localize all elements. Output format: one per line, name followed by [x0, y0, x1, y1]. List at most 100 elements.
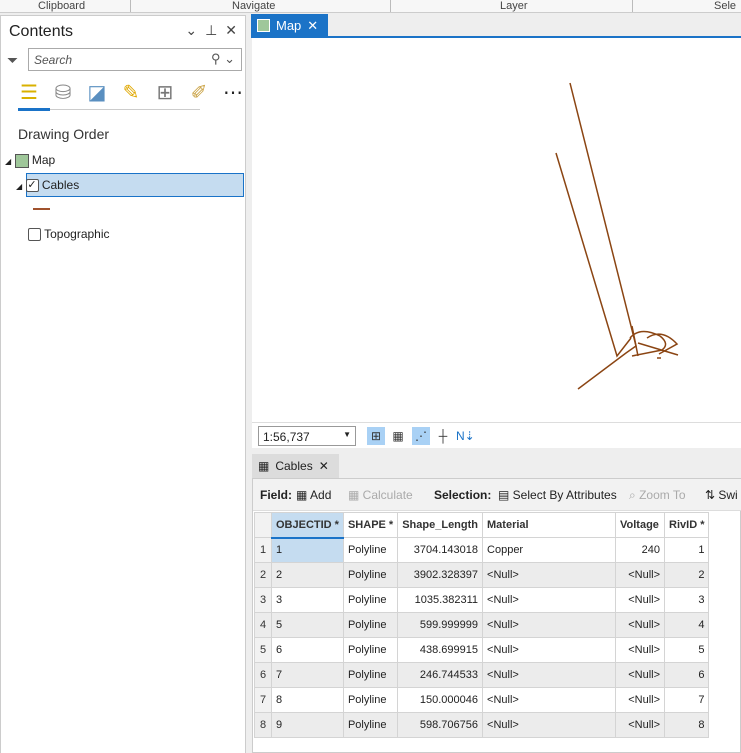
switch-selection-button[interactable]: ⇅ Swi: [705, 488, 738, 502]
table-cell[interactable]: Polyline: [342, 662, 399, 688]
column-header[interactable]: Shape_Length: [397, 512, 484, 538]
drawing-order-icon[interactable]: ☰: [18, 80, 40, 105]
tree-item-map[interactable]: ◢ Map: [5, 153, 55, 168]
table-cell[interactable]: Copper: [482, 537, 617, 563]
table-cell[interactable]: 598.706756: [397, 712, 484, 738]
row-number[interactable]: 6: [254, 662, 272, 688]
expand-icon[interactable]: ◢: [5, 157, 11, 166]
table-cell[interactable]: Polyline: [342, 587, 399, 613]
scale-dropdown[interactable]: 1:56,737 ▼: [258, 426, 356, 446]
table-cell[interactable]: <Null>: [615, 687, 666, 713]
table-cell[interactable]: 6: [664, 662, 710, 688]
map-view[interactable]: [252, 38, 741, 422]
more-icon[interactable]: ⋯: [222, 80, 244, 105]
grid-plus-icon[interactable]: ⊞: [367, 427, 385, 445]
column-header[interactable]: OBJECTID *: [271, 512, 344, 539]
table-cell[interactable]: <Null>: [482, 637, 617, 663]
table-cell[interactable]: Polyline: [342, 712, 399, 738]
table-cell[interactable]: 4: [664, 612, 710, 638]
table-cell[interactable]: 438.699915: [397, 637, 484, 663]
table-cell[interactable]: 3: [664, 587, 710, 613]
row-number[interactable]: 4: [254, 612, 272, 638]
column-header[interactable]: RivID *: [664, 512, 710, 538]
add-field-button[interactable]: ▦ Add: [296, 488, 331, 502]
selection-icon[interactable]: ◪: [86, 80, 108, 105]
snapping-icon[interactable]: ⋰: [412, 427, 430, 445]
row-number[interactable]: 8: [254, 712, 272, 738]
close-icon[interactable]: ✕: [225, 22, 237, 39]
tab-map[interactable]: Map ✕: [251, 14, 328, 37]
table-cell[interactable]: 2: [271, 562, 344, 588]
table-cell[interactable]: 2: [664, 562, 710, 588]
table-cell[interactable]: Polyline: [342, 537, 399, 563]
editing-icon[interactable]: ✎: [120, 80, 142, 105]
table-row[interactable]: 1 1 Polyline 3704.143018 Copper 240 1: [254, 537, 710, 563]
table-cell[interactable]: 1: [664, 537, 710, 563]
grid-icon[interactable]: ▦: [389, 427, 407, 445]
search-input[interactable]: Search ⚲ ⌄: [28, 48, 242, 71]
select-by-attributes-button[interactable]: ▤ Select By Attributes: [498, 488, 617, 502]
row-number[interactable]: 5: [254, 637, 272, 663]
table-cell[interactable]: 7: [271, 662, 344, 688]
table-cell[interactable]: 8: [271, 687, 344, 713]
table-cell[interactable]: 6: [271, 637, 344, 663]
table-cell[interactable]: <Null>: [615, 662, 666, 688]
chevron-down-icon[interactable]: ⌄: [185, 22, 197, 39]
table-row[interactable]: 8 9 Polyline 598.706756 <Null> <Null> 8: [254, 712, 710, 738]
table-cell[interactable]: <Null>: [615, 637, 666, 663]
table-cell[interactable]: 9: [271, 712, 344, 738]
table-cell[interactable]: Polyline: [342, 687, 399, 713]
table-cell[interactable]: 150.000046: [397, 687, 484, 713]
table-cell[interactable]: 8: [664, 712, 710, 738]
cables-checkbox[interactable]: ✓: [25, 179, 39, 193]
pin-icon[interactable]: ⊥: [205, 22, 217, 39]
table-cell[interactable]: <Null>: [615, 712, 666, 738]
table-cell[interactable]: 599.999999: [397, 612, 484, 638]
topographic-checkbox[interactable]: [28, 228, 41, 242]
column-header[interactable]: SHAPE *: [342, 512, 399, 538]
close-icon[interactable]: ✕: [319, 459, 329, 473]
table-cell[interactable]: <Null>: [615, 562, 666, 588]
table-cell[interactable]: <Null>: [482, 562, 617, 588]
column-header[interactable]: Voltage: [615, 512, 666, 538]
row-number[interactable]: 2: [254, 562, 272, 588]
tree-item-topographic[interactable]: Topographic: [28, 227, 110, 242]
table-cell[interactable]: 1035.382311: [397, 587, 484, 613]
table-cell[interactable]: 7: [664, 687, 710, 713]
table-cell[interactable]: <Null>: [482, 712, 617, 738]
table-cell[interactable]: <Null>: [482, 587, 617, 613]
row-number[interactable]: 3: [254, 587, 272, 613]
tab-cables[interactable]: ▦ Cables ✕: [252, 454, 339, 478]
labeling-icon[interactable]: ✐: [188, 80, 210, 105]
table-cell[interactable]: 5: [664, 637, 710, 663]
table-cell[interactable]: 240: [615, 537, 666, 563]
table-cell[interactable]: <Null>: [615, 587, 666, 613]
row-number[interactable]: 1: [254, 537, 272, 563]
filter-icon[interactable]: ⏷: [7, 52, 18, 69]
table-cell[interactable]: Polyline: [342, 562, 399, 588]
table-cell[interactable]: <Null>: [615, 612, 666, 638]
table-cell[interactable]: Polyline: [342, 637, 399, 663]
search-icon[interactable]: ⚲: [211, 51, 221, 66]
calculate-button[interactable]: ▦ Calculate: [348, 488, 413, 502]
table-row[interactable]: 5 6 Polyline 438.699915 <Null> <Null> 5: [254, 637, 710, 663]
table-row[interactable]: 2 2 Polyline 3902.328397 <Null> <Null> 2: [254, 562, 710, 588]
table-cell[interactable]: 3902.328397: [397, 562, 484, 588]
table-row[interactable]: 6 7 Polyline 246.744533 <Null> <Null> 6: [254, 662, 710, 688]
table-cell[interactable]: <Null>: [482, 612, 617, 638]
table-cell[interactable]: 5: [271, 612, 344, 638]
north-arrow-icon[interactable]: N⇣: [456, 427, 475, 445]
table-row[interactable]: 7 8 Polyline 150.000046 <Null> <Null> 7: [254, 687, 710, 713]
table-row[interactable]: 4 5 Polyline 599.999999 <Null> <Null> 4: [254, 612, 710, 638]
table-cell[interactable]: 3: [271, 587, 344, 613]
table-cell[interactable]: <Null>: [482, 687, 617, 713]
close-icon[interactable]: ✕: [307, 18, 318, 34]
expand-icon[interactable]: ◢: [16, 182, 22, 191]
table-row[interactable]: 3 3 Polyline 1035.382311 <Null> <Null> 3: [254, 587, 710, 613]
table-cell[interactable]: 3704.143018: [397, 537, 484, 563]
data-source-icon[interactable]: ⛁: [52, 80, 74, 105]
column-header[interactable]: Material: [482, 512, 617, 538]
table-cell[interactable]: <Null>: [482, 662, 617, 688]
table-cell[interactable]: 246.744533: [397, 662, 484, 688]
zoom-to-button[interactable]: ⌕ Zoom To: [629, 488, 686, 503]
